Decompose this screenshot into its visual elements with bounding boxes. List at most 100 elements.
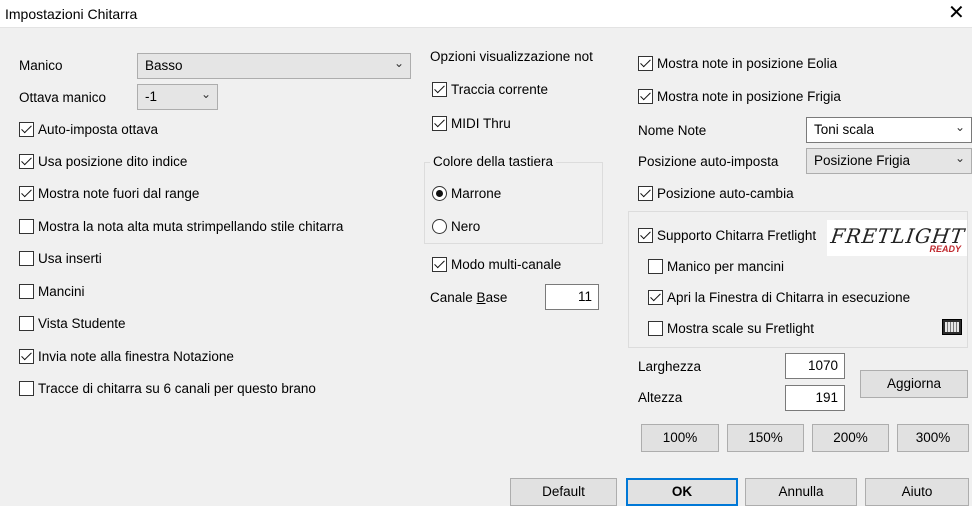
chevron-down-icon: ⌄: [393, 56, 404, 70]
checkbox-label: Apri la Finestra di Chitarra in esecuzio…: [667, 290, 911, 305]
checkbox-box[interactable]: [648, 290, 663, 305]
checkbox-label: Mancini: [38, 284, 85, 299]
posizione-select[interactable]: Posizione Frigia ⌄: [806, 148, 972, 174]
checkbox-label: Posizione auto-cambia: [657, 186, 794, 201]
checkbox-vista-studente[interactable]: Vista Studente: [19, 316, 126, 331]
manico-select[interactable]: Basso ⌄: [137, 53, 411, 79]
nome-note-select[interactable]: Toni scala ⌄: [806, 117, 972, 143]
radio-button[interactable]: [432, 219, 447, 234]
posizione-auto-imposta-label: Posizione auto-imposta: [638, 154, 779, 169]
default-button[interactable]: Default: [510, 478, 617, 506]
checkbox-apri-finestra-chitarra[interactable]: Apri la Finestra di Chitarra in esecuzio…: [648, 290, 910, 305]
checkbox-box[interactable]: [19, 316, 34, 331]
checkbox-box[interactable]: [19, 122, 34, 137]
checkbox-box[interactable]: [638, 186, 653, 201]
checkbox-label: Auto-imposta ottava: [38, 122, 159, 137]
checkbox-usa-inserti[interactable]: Usa inserti: [19, 251, 102, 266]
checkbox-box[interactable]: [19, 349, 34, 364]
chevron-down-icon: ⌄: [200, 87, 211, 101]
checkbox-mostra-frigia[interactable]: Mostra note in posizione Frigia: [638, 89, 841, 104]
opzioni-visualizzazione-title: Opzioni visualizzazione not: [430, 49, 593, 64]
aggiorna-button[interactable]: Aggiorna: [860, 370, 968, 398]
checkbox-box[interactable]: [638, 56, 653, 71]
checkbox-label: Mostra la nota alta muta strimpellando s…: [38, 219, 344, 234]
canale-base-label: Canale Base: [430, 290, 508, 305]
checkbox-traccia-corrente[interactable]: Traccia corrente: [432, 82, 548, 97]
larghezza-label: Larghezza: [638, 359, 702, 374]
zoom-300-button[interactable]: 300%: [897, 424, 969, 452]
posizione-select-value: Posizione Frigia: [814, 153, 911, 168]
checkbox-label: Traccia corrente: [451, 82, 549, 97]
checkbox-label: Usa posizione dito indice: [38, 154, 188, 169]
checkbox-box[interactable]: [432, 82, 447, 97]
checkbox-label: Tracce di chitarra su 6 canali per quest…: [38, 381, 316, 396]
checkbox-label: Usa inserti: [38, 251, 102, 266]
ottava-select[interactable]: -1 ⌄: [137, 84, 218, 110]
nome-note-select-value: Toni scala: [814, 122, 875, 137]
ottava-select-value: -1: [145, 89, 158, 104]
checkbox-box[interactable]: [638, 228, 653, 243]
chevron-down-icon: ⌄: [954, 151, 965, 165]
canale-base-input[interactable]: 11: [545, 284, 599, 310]
checkbox-box[interactable]: [432, 257, 447, 272]
zoom-100-button[interactable]: 100%: [641, 424, 719, 452]
checkbox-auto-imposta-ottava[interactable]: Auto-imposta ottava: [19, 122, 158, 137]
checkbox-box[interactable]: [19, 381, 34, 396]
fretlight-logo-ready: READY: [929, 244, 961, 254]
checkbox-box[interactable]: [648, 259, 663, 274]
checkbox-box[interactable]: [432, 116, 447, 131]
checkbox-modo-multi-canale[interactable]: Modo multi-canale: [432, 257, 561, 272]
altezza-input[interactable]: 191: [785, 385, 845, 411]
nome-note-label: Nome Note: [638, 123, 707, 138]
checkbox-mostra-scale-fretlight[interactable]: Mostra scale su Fretlight: [648, 321, 814, 336]
checkbox-label: Manico per mancini: [667, 259, 785, 274]
checkbox-mostra-nota-alta-muta[interactable]: Mostra la nota alta muta strimpellando s…: [19, 219, 343, 234]
checkbox-label: Vista Studente: [38, 316, 126, 331]
radio-label: Nero: [451, 219, 481, 234]
checkbox-label: Mostra scale su Fretlight: [667, 321, 815, 336]
annulla-button[interactable]: Annulla: [745, 478, 857, 506]
checkbox-box[interactable]: [19, 284, 34, 299]
checkbox-supporto-fretlight[interactable]: Supporto Chitarra Fretlight: [638, 228, 816, 243]
checkbox-box[interactable]: [19, 251, 34, 266]
checkbox-box[interactable]: [19, 186, 34, 201]
radio-marrone[interactable]: Marrone: [432, 186, 501, 201]
chevron-down-icon: ⌄: [954, 120, 965, 134]
ottava-label: Ottava manico: [19, 90, 107, 105]
fretboard-scale-icon[interactable]: [942, 319, 962, 335]
checkbox-posizione-auto-cambia[interactable]: Posizione auto-cambia: [638, 186, 794, 201]
checkbox-mostra-eolia[interactable]: Mostra note in posizione Eolia: [638, 56, 837, 71]
zoom-200-button[interactable]: 200%: [812, 424, 889, 452]
checkbox-box[interactable]: [638, 89, 653, 104]
checkbox-box[interactable]: [648, 321, 663, 336]
zoom-150-button[interactable]: 150%: [727, 424, 804, 452]
checkbox-label: MIDI Thru: [451, 116, 511, 131]
checkbox-label: Supporto Chitarra Fretlight: [657, 228, 817, 243]
close-icon[interactable]: ✕: [948, 3, 965, 23]
title-bar: [0, 0, 972, 27]
ok-button[interactable]: OK: [626, 478, 738, 506]
radio-button[interactable]: [432, 186, 447, 201]
checkbox-label: Mostra note fuori dal range: [38, 186, 200, 201]
checkbox-box[interactable]: [19, 219, 34, 234]
window-title: Impostazioni Chitarra: [5, 6, 138, 22]
radio-label: Marrone: [451, 186, 502, 201]
checkbox-label: Mostra note in posizione Eolia: [657, 56, 838, 71]
checkbox-tracce-6-canali[interactable]: Tracce di chitarra su 6 canali per quest…: [19, 381, 316, 396]
checkbox-invia-note-notazione[interactable]: Invia note alla finestra Notazione: [19, 349, 234, 364]
checkbox-midi-thru[interactable]: MIDI Thru: [432, 116, 511, 131]
checkbox-mostra-note-fuori-range[interactable]: Mostra note fuori dal range: [19, 186, 199, 201]
manico-label: Manico: [19, 58, 63, 73]
altezza-label: Altezza: [638, 390, 683, 405]
checkbox-mancini[interactable]: Mancini: [19, 284, 85, 299]
checkbox-box[interactable]: [19, 154, 34, 169]
manico-select-value: Basso: [145, 58, 183, 73]
colore-tastiera-title: Colore della tastiera: [430, 154, 557, 169]
checkbox-usa-posizione-dito[interactable]: Usa posizione dito indice: [19, 154, 187, 169]
aiuto-button[interactable]: Aiuto: [865, 478, 969, 506]
radio-nero[interactable]: Nero: [432, 219, 480, 234]
checkbox-manico-mancini[interactable]: Manico per mancini: [648, 259, 784, 274]
larghezza-input[interactable]: 1070: [785, 353, 845, 379]
checkbox-label: Mostra note in posizione Frigia: [657, 89, 841, 104]
checkbox-label: Invia note alla finestra Notazione: [38, 349, 234, 364]
